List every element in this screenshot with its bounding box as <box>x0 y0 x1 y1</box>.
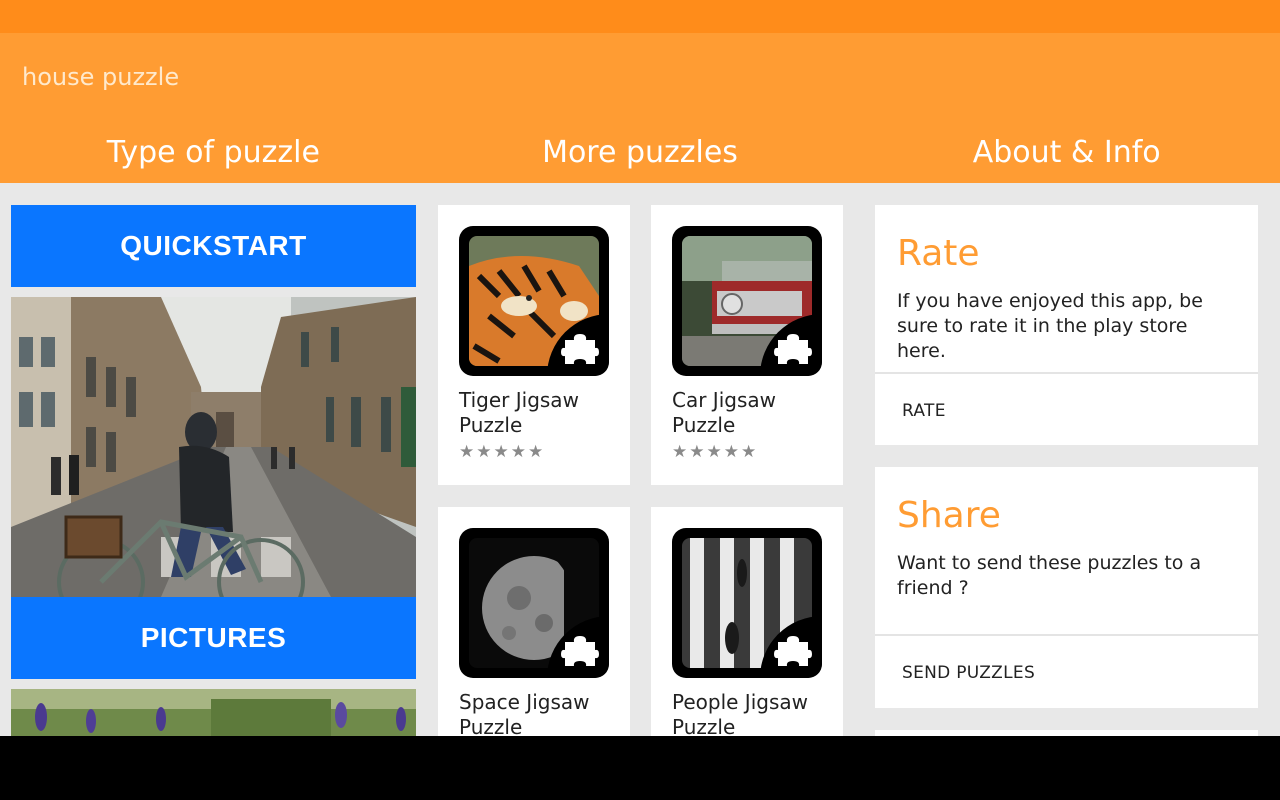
puzzle-title: Car Jigsaw Puzzle <box>672 388 776 437</box>
share-card: Share Want to send these puzzles to a fr… <box>875 467 1258 708</box>
tab-bar: Type of puzzle More puzzles About & Info <box>0 128 1280 183</box>
people-thumbnail <box>672 528 822 678</box>
puzzle-card-space[interactable]: Space Jigsaw Puzzle <box>438 507 630 736</box>
share-description: Want to send these puzzles to a friend ? <box>897 552 1202 599</box>
puzzle-card-car[interactable]: Car Jigsaw Puzzle ★★★★★ <box>651 205 843 485</box>
moon-thumbnail <box>459 528 609 678</box>
app-title: house puzzle <box>22 63 180 91</box>
puzzle-type-column: QUICKSTART PICTURES <box>11 205 416 736</box>
tiger-thumbnail <box>459 226 609 376</box>
puzzle-title: Tiger Jigsaw Puzzle <box>459 388 579 437</box>
divider <box>875 634 1258 636</box>
tab-type-of-puzzle[interactable]: Type of puzzle <box>0 128 427 183</box>
main-content: QUICKSTART PICTURES Tiger Jigsaw Puzzle … <box>0 183 1280 736</box>
tab-more-puzzles[interactable]: More puzzles <box>427 128 854 183</box>
tab-about-info[interactable]: About & Info <box>853 128 1280 183</box>
puzzle-title: People Jigsaw Puzzle <box>672 690 808 736</box>
rating-stars: ★★★★★ <box>459 442 546 462</box>
quickstart-button[interactable]: QUICKSTART <box>11 205 416 287</box>
puzzle-card-tiger[interactable]: Tiger Jigsaw Puzzle ★★★★★ <box>438 205 630 485</box>
rate-title: Rate <box>897 233 980 274</box>
send-puzzles-button[interactable]: SEND PUZZLES <box>902 663 1035 683</box>
status-bar <box>0 0 1280 33</box>
street-cyclist-photo[interactable] <box>11 297 416 597</box>
puzzle-card-people[interactable]: People Jigsaw Puzzle <box>651 507 843 736</box>
share-title: Share <box>897 495 1001 536</box>
car-thumbnail <box>672 226 822 376</box>
flowers-photo[interactable] <box>11 689 416 736</box>
rate-button[interactable]: RATE <box>902 401 946 421</box>
rate-card: Rate If you have enjoyed this app, be su… <box>875 205 1258 445</box>
rate-description: If you have enjoyed this app, be sure to… <box>897 290 1203 362</box>
pictures-button[interactable]: PICTURES <box>11 597 416 679</box>
rating-stars: ★★★★★ <box>672 442 759 462</box>
system-nav-bar <box>0 736 1280 800</box>
puzzle-title: Space Jigsaw Puzzle <box>459 690 590 736</box>
app-bar: house puzzle Type of puzzle More puzzles… <box>0 33 1280 183</box>
divider <box>875 372 1258 374</box>
